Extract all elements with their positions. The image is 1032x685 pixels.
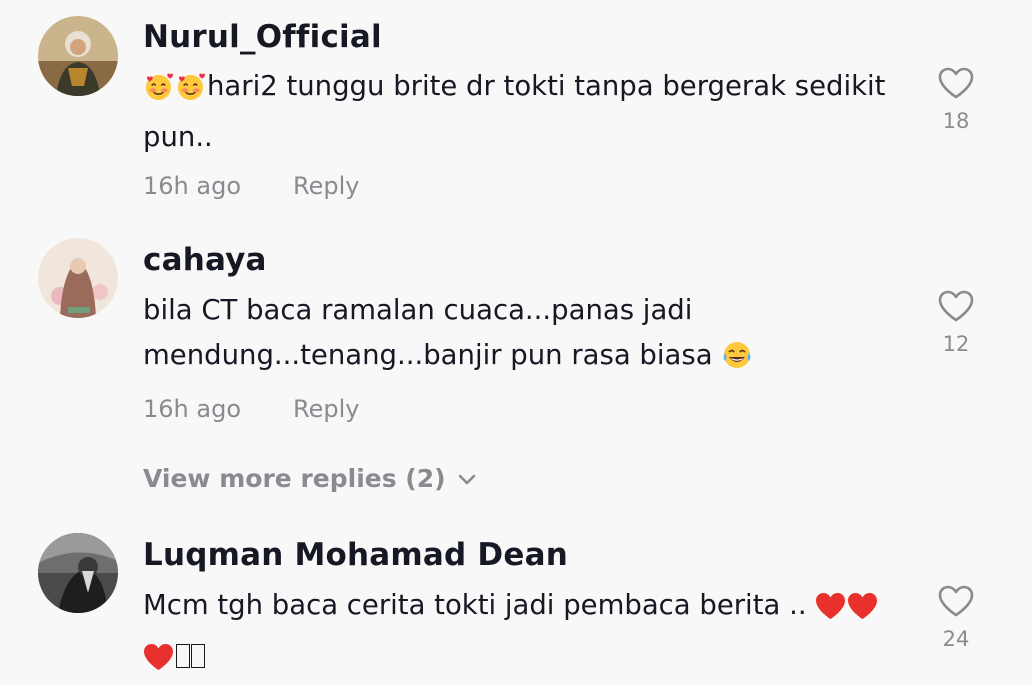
like-button[interactable]: 12 [936,289,976,356]
heart-outline-icon [938,585,974,617]
heart-outline-icon [938,67,974,99]
face-with-tears-of-joy-icon [721,339,753,384]
like-count: 24 [942,627,970,651]
comment-username[interactable]: Nurul_Official [143,19,382,55]
like-count: 12 [942,332,970,356]
comment-meta: 16h ago Reply [143,172,359,200]
red-heart-icon [143,640,174,685]
like-count: 18 [942,109,970,133]
unrendered-glyph-icon [176,644,190,668]
reply-button[interactable]: Reply [293,172,359,200]
view-more-replies-label: View more replies (2) [143,464,446,493]
heart-outline-icon [938,290,974,322]
comment-text: Mcm tgh baca cerita tokti jadi pembaca b… [143,583,913,685]
smiling-face-with-hearts-icon [143,70,174,115]
comment-timestamp: 16h ago [143,172,242,200]
avatar[interactable] [38,238,118,318]
comment-text-body: bila CT baca ramalan cuaca...panas jadi … [143,294,713,371]
comment-timestamp: 16h ago [143,395,242,423]
comment-text: bila CT baca ramalan cuaca...panas jadi … [143,288,913,384]
reply-button[interactable]: Reply [293,395,359,423]
unrendered-glyph-icon [191,644,205,668]
comment-text: hari2 tunggu brite dr tokti tanpa berger… [143,64,913,160]
red-heart-icon [815,589,846,634]
comment-username[interactable]: Luqman Mohamad Dean [143,537,568,573]
view-more-replies-button[interactable]: View more replies (2) [143,464,476,493]
comment-meta: 16h ago Reply [143,395,359,423]
smiling-face-with-hearts-icon [175,70,206,115]
red-heart-icon [847,589,878,634]
chevron-down-icon [458,474,475,485]
like-button[interactable]: 24 [936,584,976,651]
comment-text-body: Mcm tgh baca cerita tokti jadi pembaca b… [143,589,807,621]
comment-text-body: hari2 tunggu brite dr tokti tanpa berger… [143,70,886,153]
avatar[interactable] [38,16,118,96]
avatar[interactable] [38,533,118,613]
comment-username[interactable]: cahaya [143,242,267,278]
like-button[interactable]: 18 [936,66,976,133]
